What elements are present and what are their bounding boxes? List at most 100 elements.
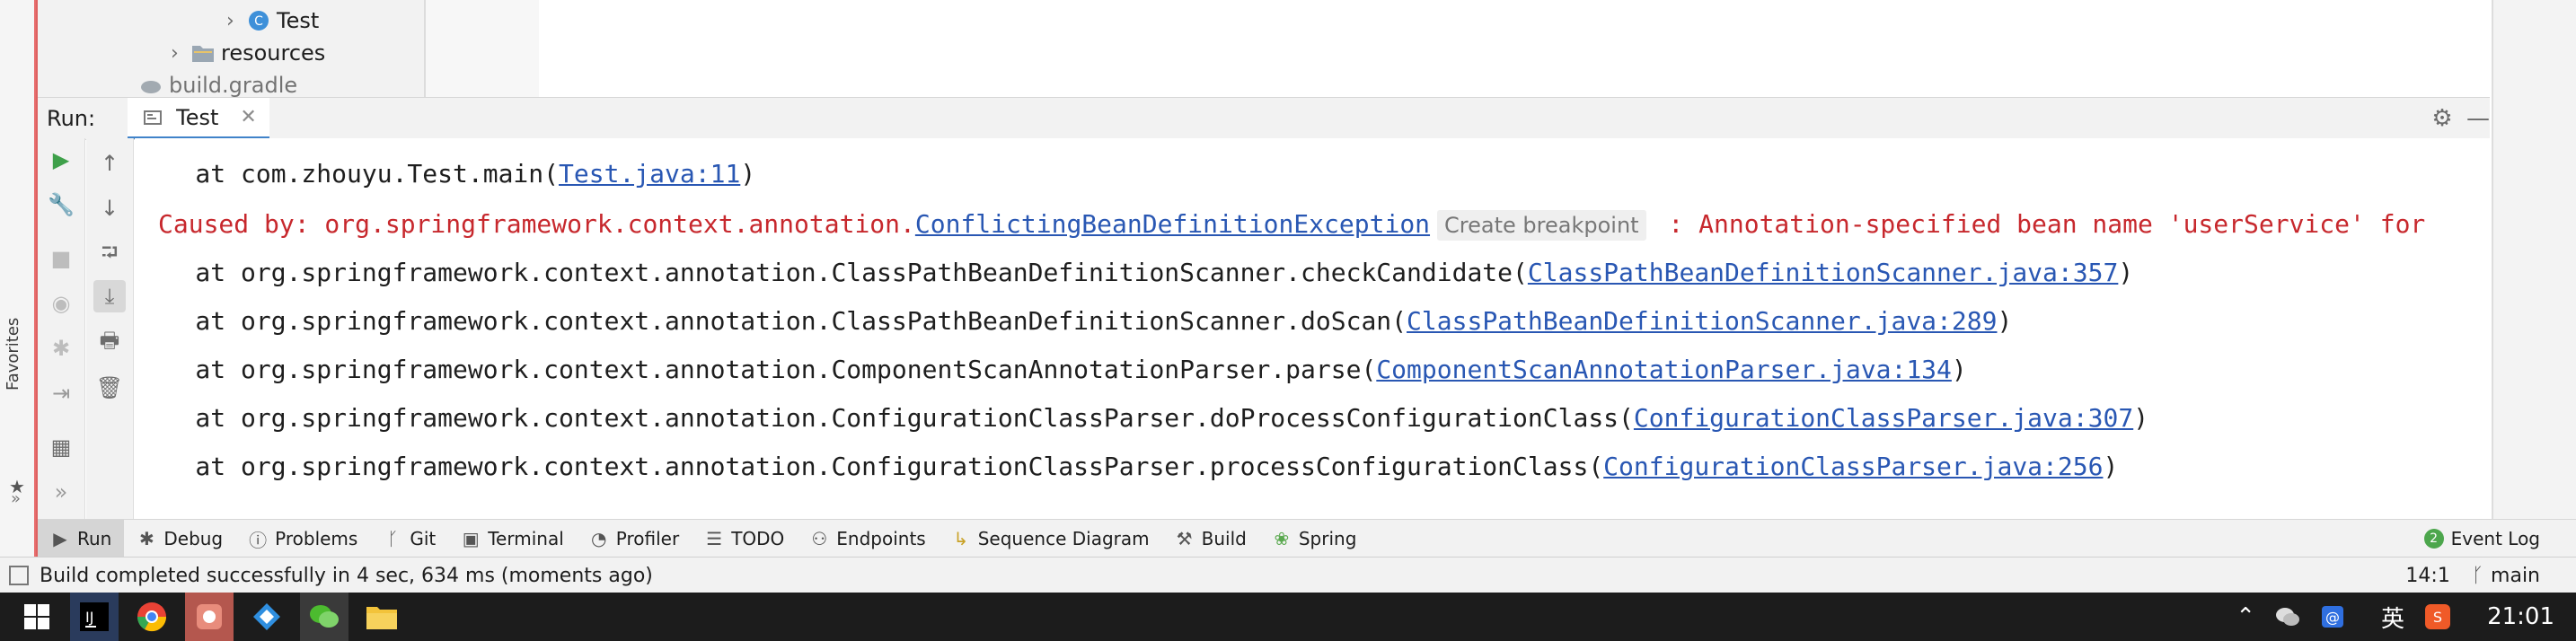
- chrome-icon[interactable]: [128, 593, 176, 641]
- sequence-icon: ↳: [953, 528, 969, 549]
- soft-wrap-icon[interactable]: ⮒: [93, 239, 126, 271]
- intellij-icon[interactable]: IJ: [70, 593, 119, 641]
- tool-build[interactable]: ⚒ Build: [1162, 520, 1259, 558]
- run-panel-header: Run: Test ✕ ⚙ —: [38, 97, 2490, 140]
- profiler-icon: ◔: [591, 528, 607, 549]
- stack-link[interactable]: ClassPathBeanDefinitionScanner.java:289: [1407, 306, 1997, 336]
- panel-toggle-icon[interactable]: [9, 566, 29, 585]
- gear-icon[interactable]: ⚙: [2427, 103, 2457, 134]
- endpoints-icon: ⚇: [811, 528, 828, 549]
- arrow-up-icon[interactable]: ↑: [93, 147, 126, 180]
- wechat-tray-icon[interactable]: [2275, 606, 2300, 628]
- stack-link[interactable]: ConfigurationClassParser.java:307: [1634, 403, 2133, 433]
- print-icon[interactable]: 🖶: [93, 327, 126, 359]
- tool-window-bar: ▶ Run ✱ Debug ⓘ Problems ᚴ Git ▣ Terminal ◔ Pr…: [38, 519, 2576, 558]
- caret-position[interactable]: 14:1: [2405, 565, 2449, 587]
- tool-terminal[interactable]: ▣ Terminal: [448, 520, 577, 558]
- svg-text:IJ: IJ: [85, 609, 93, 626]
- svg-text:C: C: [254, 14, 263, 29]
- bug-icon[interactable]: ✱: [45, 332, 77, 364]
- chevron-right-icon[interactable]: ›: [171, 42, 190, 65]
- more-icon[interactable]: »: [11, 489, 21, 508]
- terminal-icon: ▣: [462, 528, 480, 549]
- camera-icon[interactable]: ◉: [45, 287, 77, 320]
- tree-item-resources[interactable]: › resources: [171, 38, 325, 68]
- project-tree: › C Test › resources build.gradle: [38, 0, 426, 98]
- tool-problems[interactable]: ⓘ Problems: [235, 520, 370, 558]
- windows-taskbar: IJ ⌃ @ 英 S 21:01: [0, 593, 2576, 641]
- svg-text:@: @: [2325, 609, 2340, 626]
- stack-link[interactable]: ComponentScanAnnotationParser.java:134: [1376, 355, 1952, 384]
- stop-icon[interactable]: ■: [45, 242, 77, 275]
- wechat-icon[interactable]: [300, 593, 348, 641]
- layout-icon[interactable]: ▦: [45, 431, 77, 463]
- tool-profiler[interactable]: ◔ Profiler: [577, 520, 692, 558]
- branch-icon: ᚴ: [2471, 564, 2484, 587]
- tool-todo[interactable]: ☰ TODO: [692, 520, 797, 558]
- tool-sequence-diagram[interactable]: ↳ Sequence Diagram: [939, 520, 1162, 558]
- tree-item-label: build.gradle: [169, 73, 298, 98]
- exception-link[interactable]: ConflictingBeanDefinitionException: [915, 209, 1430, 239]
- screen-recorder-icon[interactable]: [185, 593, 234, 641]
- console-line-caused-by: Caused by: org.springframework.context.a…: [158, 209, 2426, 241]
- file-explorer-icon[interactable]: [357, 593, 406, 641]
- spring-icon: ❀: [1274, 528, 1290, 549]
- left-frame-strip: [0, 0, 38, 557]
- editor-area[interactable]: [539, 0, 2488, 97]
- tree-item-label: Test: [277, 8, 320, 33]
- stack-link[interactable]: ConfigurationClassParser.java:256: [1603, 452, 2103, 481]
- console-line: at org.springframework.context.annotatio…: [135, 355, 1967, 384]
- minimize-icon[interactable]: —: [2463, 103, 2493, 134]
- ime-indicator[interactable]: 英: [2381, 601, 2404, 634]
- arrow-down-icon[interactable]: ↓: [93, 192, 126, 224]
- sogou-ime-icon[interactable]: S: [2424, 603, 2451, 630]
- editor-gutter: [426, 0, 540, 97]
- trash-icon[interactable]: 🗑: [93, 372, 126, 404]
- chevron-up-icon[interactable]: ⌃: [2236, 603, 2255, 630]
- favorites-label[interactable]: Favorites: [4, 318, 22, 391]
- run-tab-label: Test: [176, 104, 219, 130]
- stack-link[interactable]: ClassPathBeanDefinitionScanner.java:357: [1528, 258, 2118, 287]
- tree-item-build-gradle[interactable]: build.gradle: [138, 70, 297, 101]
- tool-run[interactable]: ▶ Run: [38, 520, 125, 558]
- wrench-icon[interactable]: 🔧: [45, 189, 77, 221]
- expand-icon[interactable]: »: [45, 476, 77, 508]
- play-icon: ▶: [53, 528, 67, 549]
- git-branch[interactable]: main: [2491, 565, 2540, 587]
- app-diamond-icon[interactable]: [243, 593, 291, 641]
- close-icon[interactable]: ✕: [240, 106, 256, 128]
- run-config-icon: [140, 105, 165, 130]
- tree-item-test-class[interactable]: › C Test: [226, 5, 319, 36]
- tool-event-log[interactable]: 2 Event Log: [2423, 520, 2540, 558]
- bug-icon: ✱: [138, 528, 154, 549]
- info-icon: ⓘ: [249, 529, 268, 551]
- run-toolbar-secondary: ↑ ↓ ⮒ ⤓ 🖶 🗑: [86, 138, 134, 519]
- tool-git[interactable]: ᚴ Git: [370, 520, 448, 558]
- console-line: at org.springframework.context.annotatio…: [135, 258, 2134, 287]
- hammer-icon: ⚒: [1176, 528, 1193, 549]
- run-tab-test[interactable]: Test ✕: [128, 98, 269, 139]
- scroll-to-end-icon[interactable]: ⤓: [93, 280, 126, 312]
- exit-icon[interactable]: ⇥: [45, 377, 77, 409]
- rerun-icon[interactable]: ▶: [45, 144, 77, 176]
- system-tray: ⌃ @ 英 S 21:01: [2216, 593, 2554, 641]
- tool-spring[interactable]: ❀ Spring: [1259, 520, 1370, 558]
- build-status-message[interactable]: Build completed successfully in 4 sec, 6…: [40, 565, 653, 587]
- status-bar: Build completed successfully in 4 sec, 6…: [0, 557, 2576, 593]
- console-line: at com.zhouyu.Test.main(Test.java:11): [135, 159, 756, 189]
- console-line: at org.springframework.context.annotatio…: [135, 403, 2149, 433]
- class-icon: C: [246, 8, 271, 33]
- gradle-icon: [138, 73, 163, 98]
- stack-link[interactable]: Test.java:11: [559, 159, 740, 189]
- right-tool-strip: [2492, 0, 2576, 557]
- console-line: at org.springframework.context.annotatio…: [135, 452, 2119, 481]
- console-output[interactable]: at com.zhouyu.Test.main(Test.java:11) Ca…: [135, 138, 2492, 519]
- clock[interactable]: 21:01: [2487, 603, 2554, 630]
- chevron-right-icon[interactable]: ›: [226, 10, 246, 32]
- mail-tray-icon[interactable]: @: [2320, 604, 2345, 629]
- tool-debug[interactable]: ✱ Debug: [124, 520, 235, 558]
- tool-endpoints[interactable]: ⚇ Endpoints: [797, 520, 938, 558]
- create-breakpoint-hint[interactable]: Create breakpoint: [1437, 210, 1646, 241]
- windows-start-icon[interactable]: [13, 593, 61, 641]
- run-panel-label: Run:: [47, 106, 96, 131]
